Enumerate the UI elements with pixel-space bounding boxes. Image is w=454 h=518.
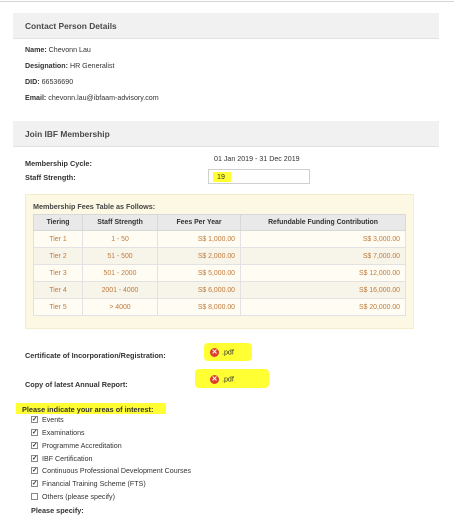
email-label: Email:	[25, 94, 47, 102]
interest-option-ibf-certification[interactable]: ✓ IBF Certification	[31, 454, 93, 465]
annual-report-label: Copy of latest Annual Report:	[25, 380, 128, 389]
certificate-filename: .pdf	[222, 348, 234, 357]
contact-email: Email: chevonn.lau@ibfaam-advisory.com	[25, 94, 159, 102]
annual-report-filename: .pdf	[222, 375, 234, 384]
table-row: Tier 5 > 4000 S$ 8,000.00 S$ 20,000.00	[33, 298, 406, 316]
staff-cell: 501 - 2000	[82, 264, 158, 282]
checkbox-checked-icon[interactable]: ✓	[31, 415, 38, 423]
staff-cell: > 4000	[82, 298, 158, 316]
remove-file-icon[interactable]: ✕	[210, 348, 219, 357]
membership-cycle-label: Membership Cycle:	[25, 159, 92, 168]
did-value: 66536690	[41, 78, 74, 86]
membership-section-title: Join IBF Membership	[25, 129, 110, 139]
col-header-fees: Fees Per Year	[157, 214, 241, 231]
email-value: chevonn.lau@ibfaam-advisory.com	[48, 94, 159, 102]
option-label: Financial Training Scheme (FTS)	[42, 480, 146, 488]
contact-name: Name: Chevonn Lau	[25, 46, 91, 54]
fee-cell: S$ 8,000.00	[157, 298, 241, 316]
checkbox-checked-icon[interactable]: ✓	[31, 454, 38, 462]
fee-cell: S$ 5,000.00	[157, 264, 241, 282]
interest-option-others[interactable]: Others (please specify)	[31, 492, 115, 503]
fee-cell: S$ 1,000.00	[157, 230, 241, 248]
fee-cell: S$ 2,000.00	[157, 247, 241, 265]
tier-cell: Tier 2	[33, 247, 83, 265]
staff-cell: 1 - 50	[82, 230, 158, 248]
membership-section-header: Join IBF Membership	[13, 121, 439, 147]
option-label: Examinations	[42, 429, 85, 437]
option-label: Programme Accreditation	[42, 442, 122, 450]
interest-option-programme-accreditation[interactable]: ✓ Programme Accreditation	[31, 441, 122, 452]
designation-value: HR Generalist	[69, 62, 115, 70]
fees-table-title: Membership Fees Table as Follows:	[33, 202, 156, 211]
refundable-cell: S$ 12,000.00	[240, 264, 406, 282]
designation-label: Designation:	[25, 62, 68, 70]
option-label: Others (please specify)	[42, 493, 115, 501]
col-header-refundable: Refundable Funding Contribution	[240, 214, 406, 231]
table-row: Tier 3 501 - 2000 S$ 5,000.00 S$ 12,000.…	[33, 264, 406, 282]
remove-file-icon[interactable]: ✕	[210, 375, 219, 384]
refundable-cell: S$ 16,000.00	[240, 281, 406, 299]
certificate-file[interactable]: ✕ .pdf	[210, 348, 234, 357]
table-row: Tier 4 2001 - 4000 S$ 6,000.00 S$ 16,000…	[33, 281, 406, 299]
contact-designation: Designation: HR Generalist	[25, 62, 115, 70]
fees-panel: Membership Fees Table as Follows: Tierin…	[25, 194, 414, 329]
staff-cell: 2001 - 4000	[82, 281, 158, 299]
col-header-staff-strength: Staff Strength	[82, 214, 158, 231]
contact-section-title: Contact Person Details	[25, 21, 117, 31]
table-row: Tier 2 51 - 500 S$ 2,000.00 S$ 7,000.00	[33, 247, 406, 265]
contact-section-header: Contact Person Details	[13, 13, 439, 39]
col-header-tiering: Tiering	[33, 214, 83, 231]
interest-option-events[interactable]: ✓ Events	[31, 415, 64, 426]
staff-strength-input[interactable]: 19	[208, 169, 310, 184]
fees-header-row: Tiering Staff Strength Fees Per Year Ref…	[33, 214, 406, 231]
top-divider	[0, 1, 454, 2]
fees-table: Tiering Staff Strength Fees Per Year Ref…	[33, 214, 406, 316]
membership-cycle-value: 01 Jan 2019 - 31 Dec 2019	[214, 155, 300, 163]
staff-cell: 51 - 500	[82, 247, 158, 265]
annual-report-file[interactable]: ✕ .pdf	[210, 375, 234, 384]
staff-strength-label: Staff Strength:	[25, 173, 76, 182]
name-label: Name:	[25, 46, 47, 54]
staff-strength-value: 19	[217, 173, 225, 181]
certificate-label: Certificate of Incorporation/Registratio…	[25, 351, 166, 360]
tier-cell: Tier 4	[33, 281, 83, 299]
please-specify-label: Please specify:	[31, 506, 84, 515]
option-label: IBF Certification	[42, 455, 93, 463]
refundable-cell: S$ 3,000.00	[240, 230, 406, 248]
interest-option-cpd-courses[interactable]: ✓ Continuous Professional Development Cou…	[31, 466, 192, 477]
option-label: Events	[42, 416, 64, 424]
interest-option-fts[interactable]: ✓ Financial Training Scheme (FTS)	[31, 479, 146, 490]
table-row: Tier 1 1 - 50 S$ 1,000.00 S$ 3,000.00	[33, 230, 406, 248]
contact-did: DID: 66536690	[25, 78, 73, 86]
interest-option-examinations[interactable]: ✓ Examinations	[31, 428, 85, 439]
option-label: Continuous Professional Development Cour…	[42, 467, 192, 475]
interests-label: Please indicate your areas of interest:	[22, 405, 154, 414]
checkbox-checked-icon[interactable]: ✓	[31, 479, 38, 487]
checkbox-checked-icon[interactable]: ✓	[31, 466, 38, 474]
did-label: DID:	[25, 78, 40, 86]
refundable-cell: S$ 20,000.00	[240, 298, 406, 316]
tier-cell: Tier 5	[33, 298, 83, 316]
checkbox-checked-icon[interactable]: ✓	[31, 441, 38, 449]
tier-cell: Tier 3	[33, 264, 83, 282]
checkbox-unchecked-icon[interactable]	[31, 492, 38, 500]
fee-cell: S$ 6,000.00	[157, 281, 241, 299]
checkbox-checked-icon[interactable]: ✓	[31, 428, 38, 436]
name-value: Chevonn Lau	[48, 46, 91, 54]
refundable-cell: S$ 7,000.00	[240, 247, 406, 265]
tier-cell: Tier 1	[33, 230, 83, 248]
